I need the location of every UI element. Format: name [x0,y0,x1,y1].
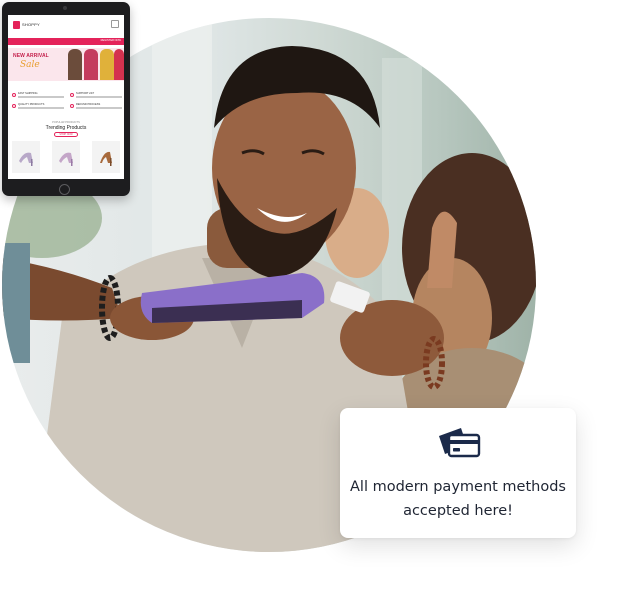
credit-card-icon [439,428,481,458]
section-kicker: POPULAR PRODUCTS [52,121,80,124]
payment-message-line1: All modern payment methods [350,479,566,495]
hero-scene: SHOPPY REGISTER NOW NEW ARRIVAL Sale FAS… [0,0,626,608]
banner-heading: NEW ARRIVAL [13,53,49,59]
hamburger-menu-icon[interactable] [111,20,119,28]
shop-now-button[interactable]: SHOP NOW [54,132,78,137]
headset-icon [70,93,74,97]
product-card-1[interactable] [12,141,40,173]
feature-fast-shipping: FAST SHIPPING [12,92,66,101]
model-figure-2 [84,49,98,80]
payment-methods-card: All modern payment methods accepted here… [340,408,576,538]
product-card-2[interactable] [52,141,80,173]
tablet-screen: SHOPPY REGISTER NOW NEW ARRIVAL Sale FAS… [8,15,124,179]
payment-message: All modern payment methods accepted here… [340,475,576,523]
model-figure-4 [114,49,124,80]
store-nav-bar: REGISTER NOW [8,38,124,45]
heel-shoe-icon [59,152,73,166]
feature-refund: REFUND PROCESS [70,103,124,112]
tablet-mockup: SHOPPY REGISTER NOW NEW ARRIVAL Sale FAS… [2,2,130,196]
tablet-camera [63,6,67,10]
store-logo-icon [13,21,20,29]
feature-support: SUPPORT 24/7 [70,92,124,101]
model-figure-3 [100,49,114,80]
register-button[interactable]: REGISTER NOW [101,39,121,42]
store-header: SHOPPY [8,15,124,39]
store-brand-name: SHOPPY [22,22,40,27]
truck-icon [12,93,16,97]
banner-script-text: Sale [20,60,40,70]
section-title: Trending Products [45,125,87,131]
tablet-home-button [59,184,70,195]
heel-shoe-icon [100,151,112,166]
feature-quality: QUALITY PRODUCTS [12,103,66,112]
refund-icon [70,104,74,108]
product-card-3[interactable] [92,141,120,173]
payment-message-line2: accepted here! [403,503,513,519]
heel-shoe-icon [19,152,33,166]
badge-icon [12,104,16,108]
new-arrival-banner[interactable]: NEW ARRIVAL Sale [8,48,124,81]
model-figure-1 [68,49,82,80]
